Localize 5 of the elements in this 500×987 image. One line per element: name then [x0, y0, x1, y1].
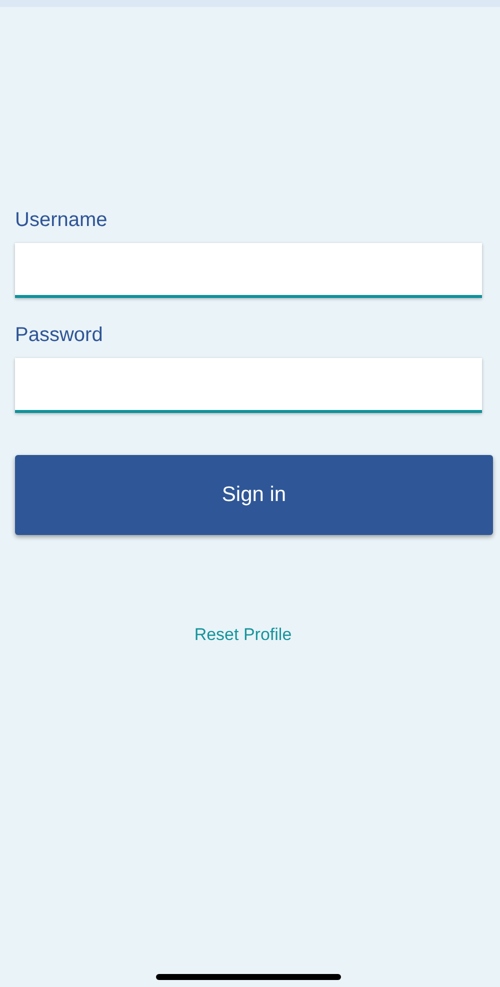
input-field[interactable]: [15, 358, 482, 413]
input-field[interactable]: [15, 243, 482, 298]
field-label: Password: [15, 323, 104, 348]
field-label: Username: [15, 208, 108, 233]
sign-in-button[interactable]: Sign in: [15, 455, 493, 535]
